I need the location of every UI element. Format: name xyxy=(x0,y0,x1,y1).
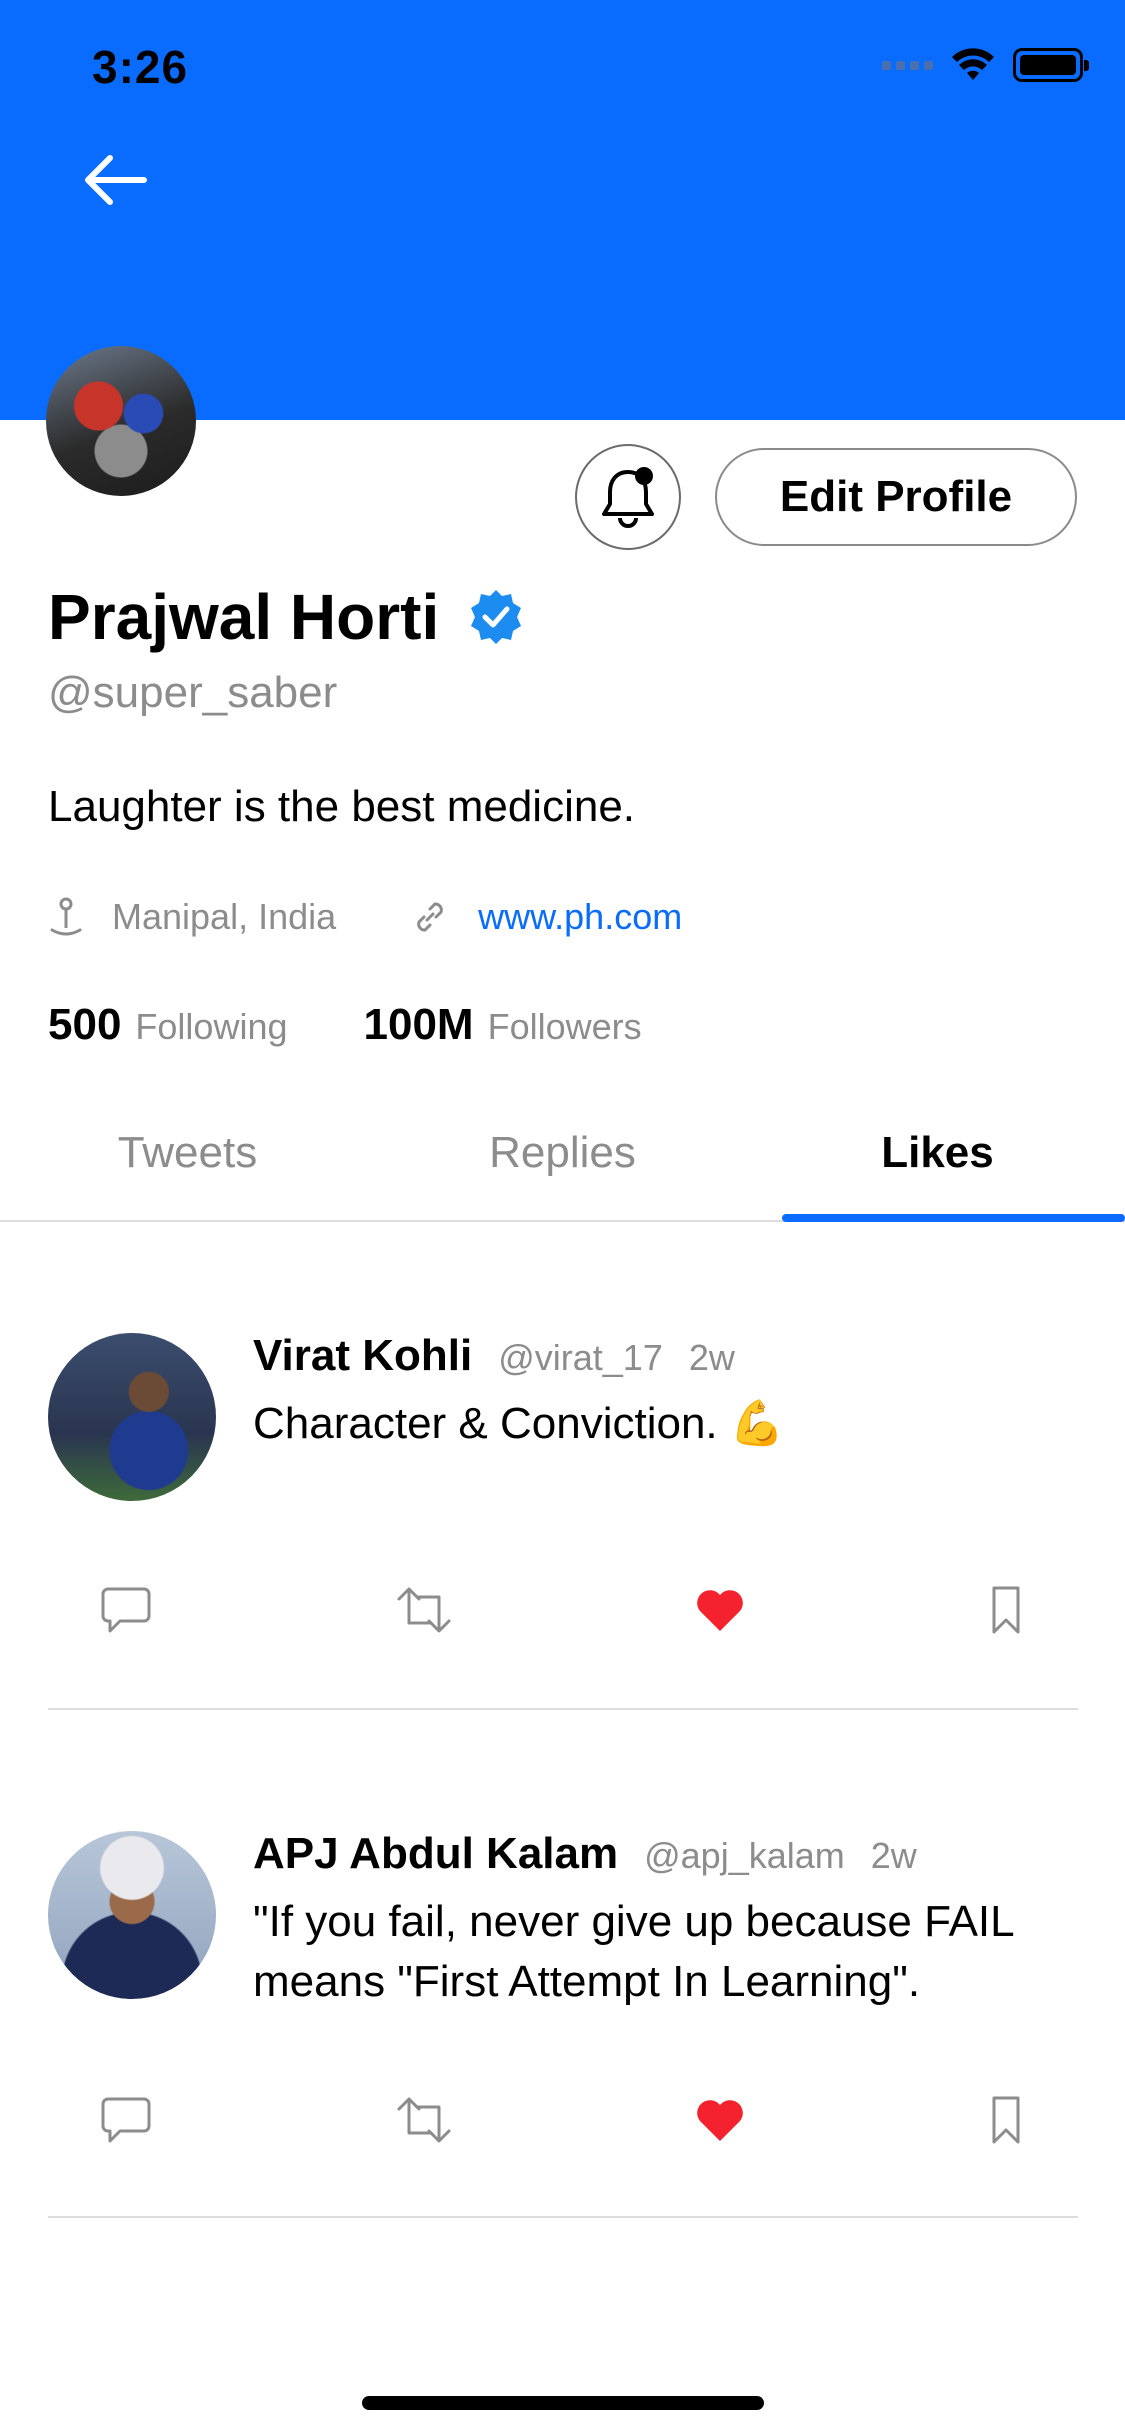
tweet-text: "If you fail, never give up because FAIL… xyxy=(253,1897,1013,2006)
profile-tabs: Tweets Replies Likes xyxy=(0,1100,1125,1222)
link-icon xyxy=(417,902,443,932)
tweet-actions xyxy=(0,2090,1125,2150)
retweet-button[interactable] xyxy=(394,2090,454,2150)
wifi-icon xyxy=(952,48,994,80)
location-text: Manipal, India xyxy=(112,896,337,937)
comment-icon xyxy=(101,1587,151,1633)
tweet-timestamp: 2w xyxy=(688,1337,735,1378)
profile-stats: 500 Following 100M Followers xyxy=(48,1000,718,1050)
notification-button[interactable] xyxy=(575,444,681,550)
followers-count[interactable]: 100M xyxy=(364,1000,474,1050)
tweet-author-handle: @apj_kalam xyxy=(644,1835,845,1876)
tweet-author-name[interactable]: APJ Abdul Kalam xyxy=(253,1829,618,1879)
tweet-header: Virat Kohli @virat_17 2w xyxy=(253,1331,735,1381)
tweet-actions xyxy=(0,1580,1125,1640)
battery-icon xyxy=(1013,48,1089,82)
status-icons xyxy=(882,48,1089,82)
following-label[interactable]: Following xyxy=(135,1006,287,1048)
arrow-left-icon xyxy=(85,155,147,205)
back-button[interactable] xyxy=(80,150,160,210)
bookmark-button[interactable] xyxy=(976,2090,1036,2150)
following-count[interactable]: 500 xyxy=(48,1000,121,1050)
tweet-author-name[interactable]: Virat Kohli xyxy=(253,1331,472,1381)
tweet-timestamp: 2w xyxy=(870,1835,917,1876)
location: Manipal, India xyxy=(48,896,336,938)
website-link[interactable]: www.ph.com xyxy=(410,896,682,938)
reply-button[interactable] xyxy=(96,2090,156,2150)
tweet-item[interactable]: Virat Kohli @virat_17 2w Character & Con… xyxy=(0,1330,1125,1710)
followers-label[interactable]: Followers xyxy=(488,1006,642,1048)
location-pin-icon xyxy=(50,897,82,936)
tweet-divider xyxy=(48,2216,1078,2218)
reply-button[interactable] xyxy=(96,1580,156,1640)
bookmark-button[interactable] xyxy=(976,1580,1036,1640)
heart-filled-icon xyxy=(697,1590,743,1631)
tweet-text: Character & Conviction. 💪 xyxy=(253,1399,785,1448)
website-url[interactable]: www.ph.com xyxy=(478,896,682,938)
bookmark-icon xyxy=(992,1586,1020,1634)
tweet-avatar[interactable] xyxy=(48,1333,216,1501)
tab-replies[interactable]: Replies xyxy=(375,1100,750,1220)
bell-icon xyxy=(602,467,654,528)
comment-icon xyxy=(101,2097,151,2143)
tab-tweets[interactable]: Tweets xyxy=(0,1100,375,1220)
bookmark-icon xyxy=(992,2096,1020,2144)
profile-bio: Laughter is the best medicine. xyxy=(48,782,636,831)
like-button[interactable] xyxy=(690,1580,750,1640)
cellular-signal-icon xyxy=(882,60,933,70)
tweet-header: APJ Abdul Kalam @apj_kalam 2w xyxy=(253,1829,917,1879)
home-indicator xyxy=(362,2396,764,2410)
tweet-divider xyxy=(48,1708,1078,1710)
profile-avatar[interactable] xyxy=(46,346,196,496)
tweet-author-handle: @virat_17 xyxy=(498,1337,663,1378)
profile-handle: @super_saber xyxy=(48,668,338,717)
edit-profile-button[interactable]: Edit Profile xyxy=(715,448,1077,546)
tweet-avatar[interactable] xyxy=(48,1831,216,1999)
retweet-icon xyxy=(397,1587,451,1633)
profile-meta: Manipal, India www.ph.com xyxy=(48,896,682,938)
profile-name: Prajwal Horti xyxy=(48,581,440,653)
status-time: 3:26 xyxy=(92,41,189,93)
verified-badge-icon xyxy=(471,590,522,644)
retweet-icon xyxy=(397,2097,451,2143)
heart-filled-icon xyxy=(697,2100,743,2141)
like-button[interactable] xyxy=(690,2090,750,2150)
retweet-button[interactable] xyxy=(394,1580,454,1640)
tweet-item[interactable]: APJ Abdul Kalam @apj_kalam 2w "If you fa… xyxy=(0,1828,1125,2218)
profile-name-row: Prajwal Horti xyxy=(48,580,525,654)
tab-likes[interactable]: Likes xyxy=(750,1100,1125,1222)
